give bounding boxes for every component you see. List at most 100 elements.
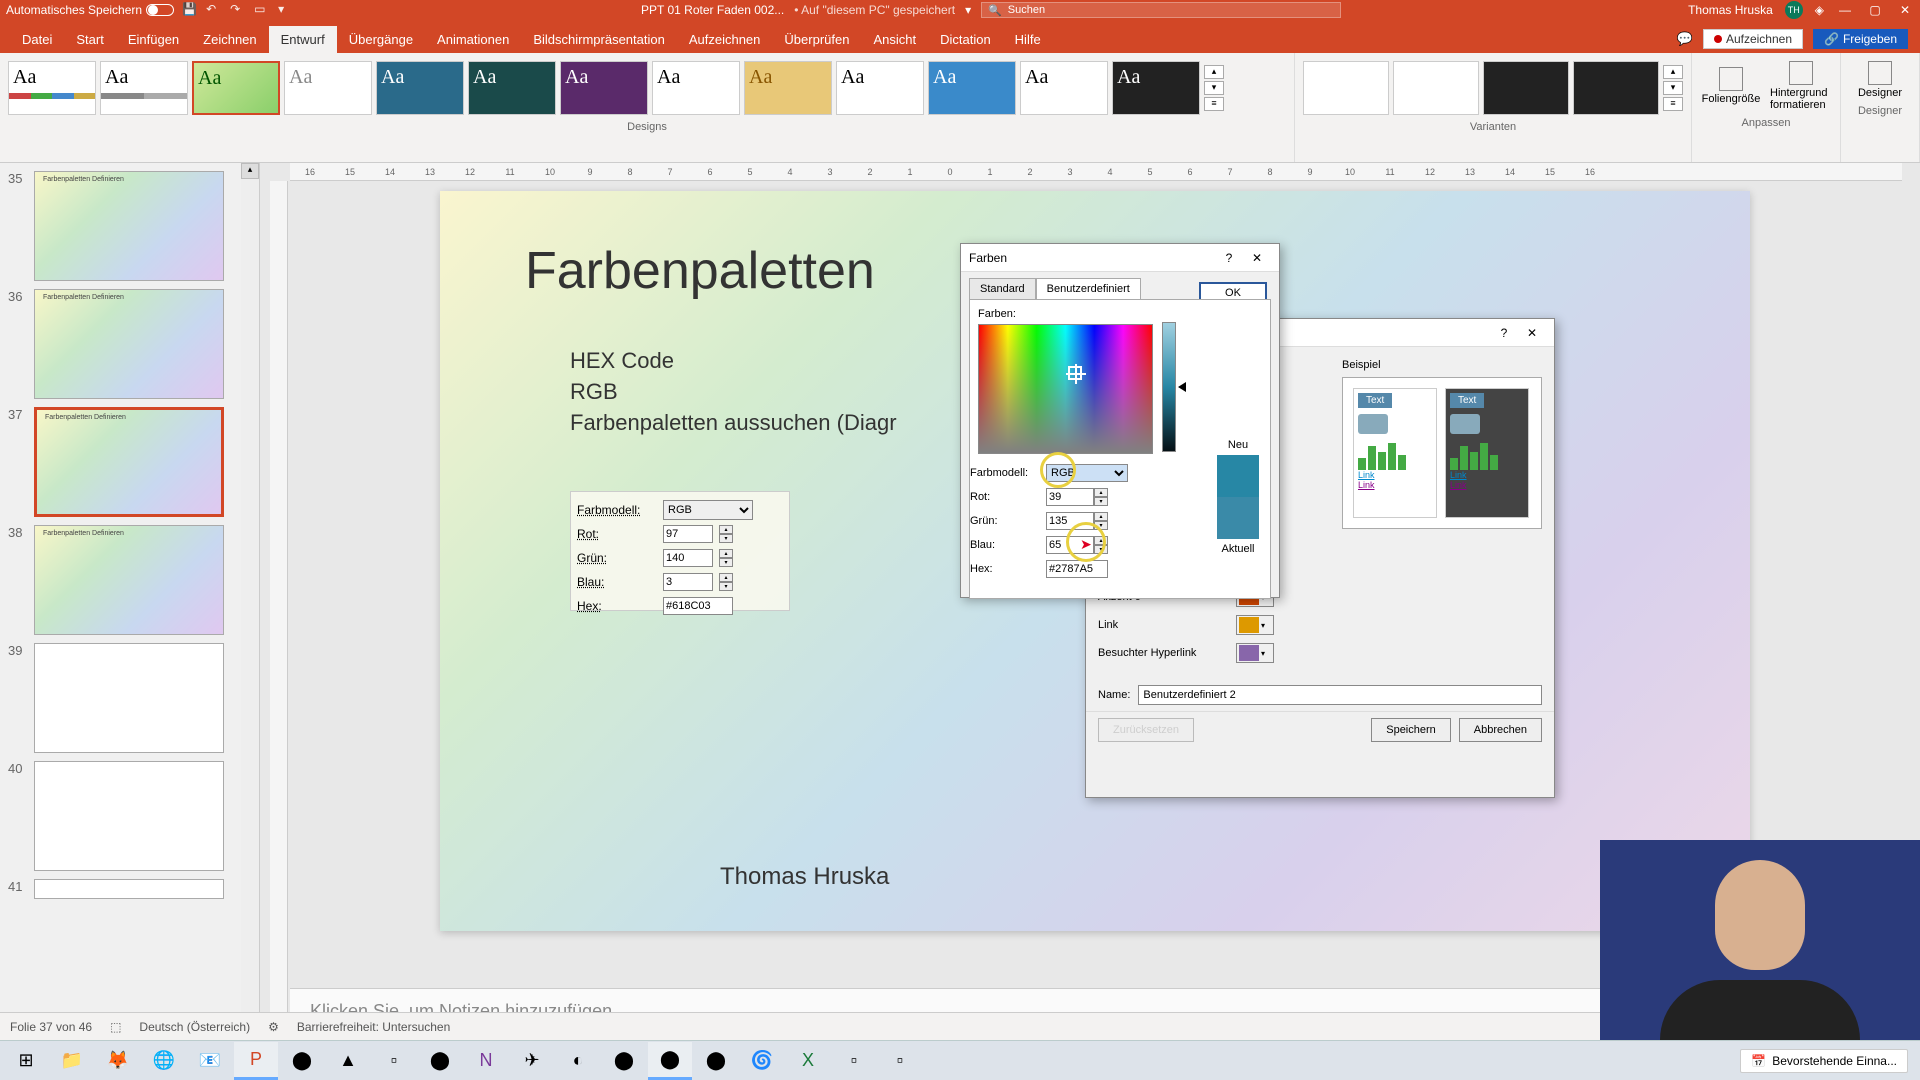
spin-down[interactable]: ▾	[1094, 545, 1108, 554]
spin-down[interactable]: ▾	[719, 558, 733, 567]
comments-icon[interactable]: 💬	[1677, 31, 1693, 47]
spin-up[interactable]: ▴	[719, 573, 733, 582]
tab-dictation[interactable]: Dictation	[928, 26, 1003, 53]
close-icon[interactable]: ✕	[1518, 326, 1546, 340]
tab-standard[interactable]: Standard	[969, 278, 1036, 299]
gallery-more[interactable]: ▴▾≡	[1204, 61, 1224, 115]
autosave-toggle[interactable]: Automatisches Speichern	[6, 3, 174, 17]
tab-aufzeichnen-tab[interactable]: Aufzeichnen	[677, 26, 773, 53]
slide-thumb-36[interactable]: 36 Farbenpaletten Definieren	[8, 289, 251, 399]
rot-input[interactable]	[1046, 488, 1094, 506]
slide-body[interactable]: HEX Code RGB Farbenpaletten aussuchen (D…	[570, 346, 897, 438]
variants-more[interactable]: ▴▾≡	[1663, 61, 1683, 115]
designs-gallery[interactable]: Aa Aa Aa Aa Aa Aa Aa Aa Aa Aa Aa Aa Aa ▴…	[4, 57, 1290, 119]
app-icon[interactable]: ▫	[372, 1042, 416, 1080]
luminance-arrow-icon[interactable]	[1178, 382, 1186, 392]
foliengroesse-button[interactable]: Foliengröße	[1696, 57, 1766, 115]
zuruecksetzen-button[interactable]: Zurücksetzen	[1098, 718, 1194, 742]
design-thumb[interactable]: Aa	[376, 61, 464, 115]
app-icon[interactable]: ⬤	[602, 1042, 646, 1080]
hintergrund-button[interactable]: Hintergrund formatieren	[1766, 57, 1836, 115]
close-button[interactable]: ✕	[1896, 3, 1914, 17]
present-icon[interactable]: ▭	[254, 2, 270, 18]
avatar[interactable]: TH	[1785, 1, 1803, 19]
design-thumb[interactable]: Aa	[8, 61, 96, 115]
firefox-icon[interactable]: 🦊	[96, 1042, 140, 1080]
qat-dropdown-icon[interactable]: ▾	[278, 2, 294, 18]
excel-icon[interactable]: X	[786, 1042, 830, 1080]
variant-thumb[interactable]	[1303, 61, 1389, 115]
farbmodell-select[interactable]: RGB	[1046, 464, 1128, 482]
tab-datei[interactable]: Datei	[10, 26, 64, 53]
freigeben-button[interactable]: 🔗Freigeben	[1813, 29, 1908, 49]
design-thumb[interactable]: Aa	[100, 61, 188, 115]
design-thumb[interactable]: Aa	[284, 61, 372, 115]
gruen-input[interactable]	[663, 549, 713, 567]
maximize-button[interactable]: ▢	[1866, 3, 1884, 17]
design-thumb[interactable]: Aa	[652, 61, 740, 115]
app-icon[interactable]: ⬤	[280, 1042, 324, 1080]
tab-einfuegen[interactable]: Einfügen	[116, 26, 191, 53]
design-thumb[interactable]: Aa	[928, 61, 1016, 115]
app-icon[interactable]: ⬤	[418, 1042, 462, 1080]
help-icon[interactable]: ?	[1215, 251, 1243, 265]
onenote-icon[interactable]: N	[464, 1042, 508, 1080]
explorer-icon[interactable]: 📁	[50, 1042, 94, 1080]
spin-up[interactable]: ▴	[1094, 536, 1108, 545]
design-thumb[interactable]: Aa	[468, 61, 556, 115]
tab-ueberpruefen[interactable]: Überprüfen	[772, 26, 861, 53]
speichern-button[interactable]: Speichern	[1371, 718, 1451, 742]
tab-hilfe[interactable]: Hilfe	[1003, 26, 1053, 53]
variants-gallery[interactable]: ▴▾≡	[1299, 57, 1687, 119]
start-button[interactable]: ⊞	[4, 1042, 48, 1080]
accessibility-icon[interactable]: ⚙	[268, 1020, 279, 1034]
design-thumb[interactable]: Aa	[836, 61, 924, 115]
spin-up[interactable]: ▴	[1094, 488, 1108, 497]
notification-pill[interactable]: 📅 Bevorstehende Einna...	[1740, 1049, 1908, 1073]
slide-thumb-39[interactable]: 39	[8, 643, 251, 753]
spin-up[interactable]: ▴	[1094, 512, 1108, 521]
color-dropdown[interactable]: ▾	[1236, 643, 1274, 663]
tab-start[interactable]: Start	[64, 26, 115, 53]
variant-thumb[interactable]	[1483, 61, 1569, 115]
tab-benutzerdefiniert[interactable]: Benutzerdefiniert	[1036, 278, 1141, 299]
thumbnail-scrollbar[interactable]: ▴	[241, 163, 259, 1040]
abbrechen-button[interactable]: Abbrechen	[1459, 718, 1542, 742]
app-icon[interactable]: ▫	[832, 1042, 876, 1080]
lang-icon[interactable]: ⬚	[110, 1020, 121, 1034]
diamond-icon[interactable]: ◈	[1815, 3, 1824, 17]
slide-thumb-37[interactable]: 37 Farbenpaletten Definieren	[8, 407, 251, 517]
tab-uebergaenge[interactable]: Übergänge	[337, 26, 425, 53]
language-status[interactable]: Deutsch (Österreich)	[139, 1020, 250, 1034]
variant-thumb[interactable]	[1393, 61, 1479, 115]
rot-input[interactable]	[663, 525, 713, 543]
outlook-icon[interactable]: 📧	[188, 1042, 232, 1080]
tab-entwurf[interactable]: Entwurf	[269, 26, 337, 53]
chevron-down-icon[interactable]: ▾	[965, 3, 971, 17]
spin-up[interactable]: ▴	[719, 549, 733, 558]
accessibility-status[interactable]: Barrierefreiheit: Untersuchen	[297, 1020, 450, 1034]
gruen-input[interactable]	[1046, 512, 1094, 530]
design-thumb[interactable]: Aa	[744, 61, 832, 115]
color-cursor-icon[interactable]	[1068, 366, 1082, 380]
toggle-pill-icon[interactable]	[146, 4, 174, 16]
slide-thumb-38[interactable]: 38 Farbenpaletten Definieren	[8, 525, 251, 635]
save-icon[interactable]: 💾	[182, 2, 198, 18]
vlc-icon[interactable]: ▲	[326, 1042, 370, 1080]
help-icon[interactable]: ?	[1490, 326, 1518, 340]
hex-input[interactable]	[1046, 560, 1108, 578]
design-thumb[interactable]: Aa	[1020, 61, 1108, 115]
close-icon[interactable]: ✕	[1243, 251, 1271, 265]
minimize-button[interactable]: —	[1836, 3, 1854, 17]
tab-animationen[interactable]: Animationen	[425, 26, 521, 53]
edge-icon[interactable]: 🌀	[740, 1042, 784, 1080]
spin-down[interactable]: ▾	[719, 534, 733, 543]
obs-icon[interactable]: ⬤	[648, 1042, 692, 1080]
design-thumb[interactable]: Aa	[560, 61, 648, 115]
spin-down[interactable]: ▾	[719, 582, 733, 591]
design-thumb[interactable]: Aa	[192, 61, 280, 115]
variant-thumb[interactable]	[1573, 61, 1659, 115]
telegram-icon[interactable]: ✈	[510, 1042, 554, 1080]
color-dropdown[interactable]: ▾	[1236, 615, 1274, 635]
spin-down[interactable]: ▾	[1094, 497, 1108, 506]
